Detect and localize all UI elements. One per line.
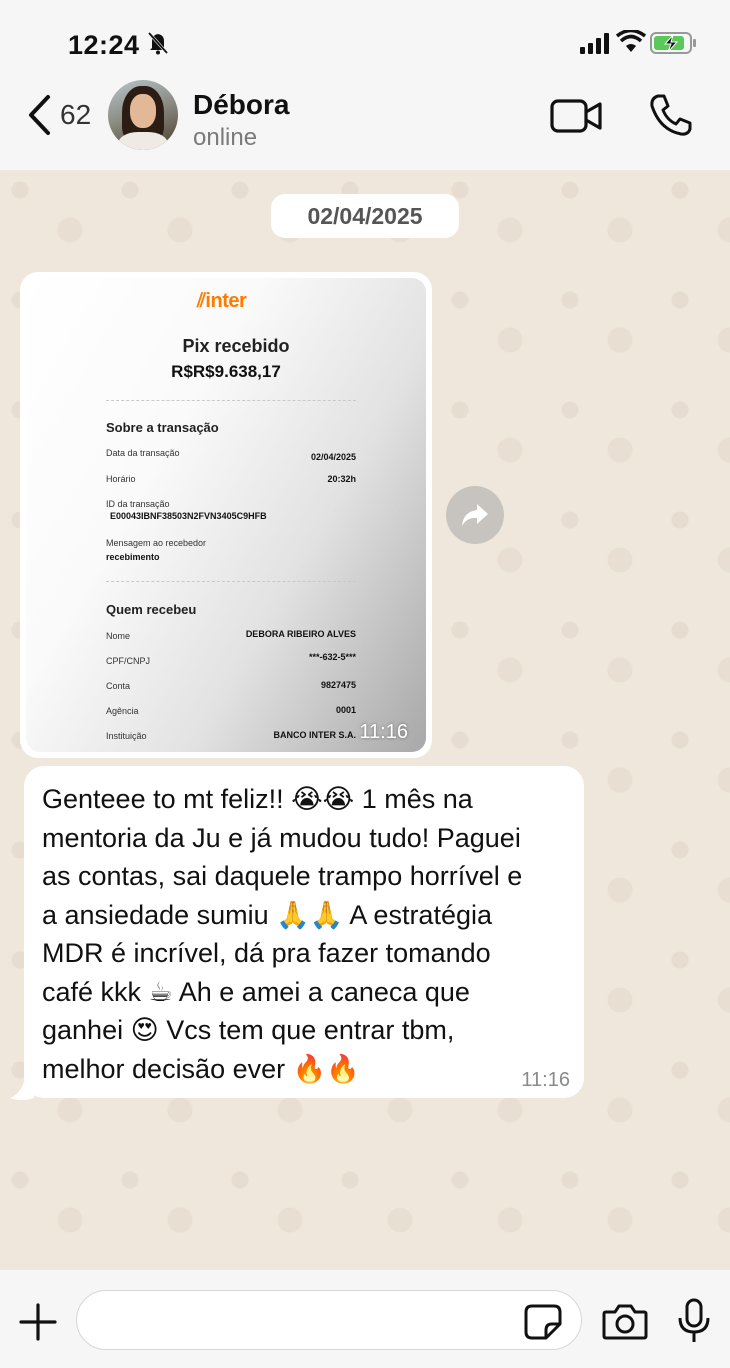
sticker-icon — [524, 1304, 562, 1340]
receipt-time-value: 20:32h — [327, 474, 356, 484]
plus-icon — [19, 1303, 57, 1341]
phone-icon — [650, 94, 692, 136]
battery-charging-icon — [650, 32, 696, 54]
contact-status: online — [193, 124, 258, 151]
receipt-title: Pix recebido — [182, 336, 290, 356]
receipt-date-value: 02/04/2025 — [310, 452, 356, 462]
chat-area[interactable]: 02/04/2025 ⫽inter Pix recebido R$R$9.638… — [0, 170, 730, 1270]
receipt-doc-label: CPF/CNPJ — [106, 656, 151, 666]
sticker-button[interactable] — [524, 1304, 564, 1340]
receipt-account-label: Conta — [106, 681, 131, 691]
receipt-date-label: Data da transação — [106, 448, 180, 458]
chat-header: 62 Débora online — [0, 80, 730, 170]
video-camera-icon — [550, 99, 602, 133]
input-bar — [0, 1270, 730, 1368]
forward-button[interactable] — [446, 486, 504, 544]
bell-muted-icon — [147, 31, 169, 55]
receipt-id-label: ID da transação — [106, 499, 170, 509]
wifi-icon — [616, 30, 646, 52]
back-button[interactable]: 62 — [26, 90, 106, 140]
attach-button[interactable] — [18, 1302, 58, 1342]
microphone-icon — [678, 1298, 710, 1342]
receipt-id-value: E00043IBNF38503N2FVN3405C9HFB — [110, 511, 267, 521]
voice-call-button[interactable] — [648, 92, 694, 138]
camera-button[interactable] — [602, 1304, 648, 1340]
contact-name[interactable]: Débora — [193, 89, 289, 121]
pix-receipt-image[interactable]: ⫽inter Pix recebido R$R$9.638,17 Sobre a… — [26, 278, 426, 752]
receipt-name-value: DEBORA RIBEIRO ALVES — [245, 629, 356, 639]
message-time: 11:16 — [521, 1069, 570, 1091]
date-chip: 02/04/2025 — [271, 194, 459, 238]
receipt-section-receiver: Quem recebeu — [106, 602, 197, 617]
receipt-divider — [106, 400, 356, 401]
signal-icon — [580, 33, 609, 54]
receipt-agency-value: 0001 — [335, 705, 356, 715]
receipt-account-value: 9827475 — [320, 680, 356, 690]
receipt-section-transaction: Sobre a transação — [106, 420, 219, 435]
receipt-institution-label: Instituição — [106, 731, 147, 741]
receipt-amount: R$R$9.638,17 — [171, 362, 281, 381]
camera-icon — [602, 1304, 648, 1340]
receipt-message-label: Mensagem ao recebedor — [106, 538, 207, 548]
avatar[interactable] — [108, 80, 178, 150]
mic-button[interactable] — [676, 1298, 712, 1344]
back-chevron-icon — [29, 95, 50, 135]
receipt-name-label: Nome — [106, 631, 131, 641]
receipt-divider — [106, 581, 356, 582]
forward-icon — [462, 504, 488, 526]
receipt-time-label: Horário — [106, 474, 136, 484]
inter-logo: ⫽inter — [197, 290, 247, 312]
message-input[interactable] — [76, 1290, 582, 1350]
bubble-tail — [10, 1082, 34, 1100]
status-bar: 12:24 — [0, 0, 730, 80]
receipt-institution-value: BANCO INTER S.A. — [273, 730, 356, 740]
unread-count: 62 — [60, 99, 92, 130]
receipt-doc-value: ***-632-5*** — [308, 652, 356, 662]
image-message-time: 11:16 — [359, 721, 408, 743]
text-message-bubble[interactable]: Genteee to mt feliz!! 😭😭 1 mês na mentor… — [24, 766, 584, 1098]
status-time: 12:24 — [68, 30, 140, 60]
image-message-bubble[interactable]: ⫽inter Pix recebido R$R$9.638,17 Sobre a… — [20, 272, 432, 758]
receipt-message-value: recebimento — [106, 552, 160, 562]
message-text: Genteee to mt feliz!! 😭😭 1 mês na mentor… — [42, 784, 523, 1084]
receipt-agency-label: Agência — [106, 706, 139, 716]
video-call-button[interactable] — [550, 94, 604, 138]
